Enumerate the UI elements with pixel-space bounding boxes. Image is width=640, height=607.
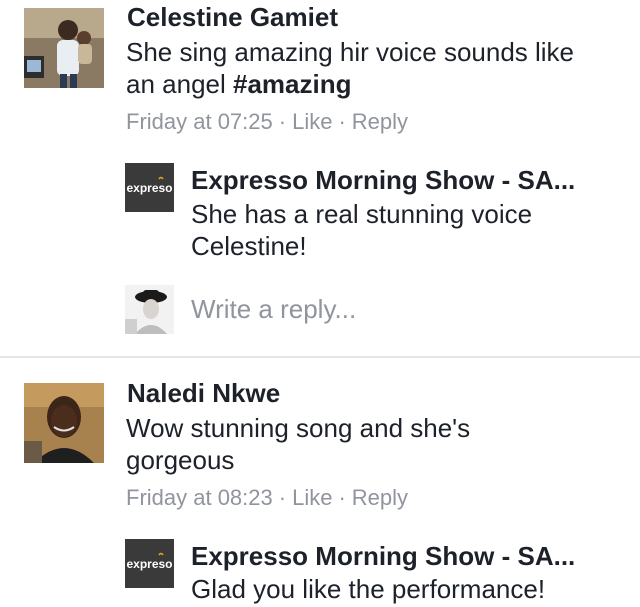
reply-author[interactable]: Expresso Morning Show - SA...	[191, 541, 575, 571]
reply-button[interactable]: Reply	[352, 485, 408, 510]
reply-text: Glad you like the performance!	[191, 574, 546, 604]
reply-text: She has a real stunning voice Celestine!	[191, 199, 533, 261]
separator: ·	[338, 109, 346, 134]
page-avatar[interactable]: expreso	[125, 539, 174, 588]
page-avatar[interactable]: expreso	[125, 163, 174, 212]
hashtag-link[interactable]: #amazing	[233, 69, 352, 99]
reply-author[interactable]: Expresso Morning Show - SA...	[191, 165, 575, 195]
like-button[interactable]: Like	[292, 485, 332, 510]
reply-button[interactable]: Reply	[352, 109, 408, 134]
comment-author[interactable]: Celestine Gamiet	[127, 2, 338, 32]
comment-timestamp[interactable]: Friday at 07:25	[126, 109, 273, 134]
comment-text: Wow stunning song and she's gorgeous	[126, 413, 471, 475]
separator: ·	[338, 485, 346, 510]
comment-text: She sing amazing hir voice sounds like a…	[126, 36, 606, 100]
separator: ·	[278, 109, 287, 134]
expresso-logo: expreso	[126, 557, 172, 571]
avatar[interactable]	[24, 383, 104, 463]
current-user-avatar	[125, 285, 174, 334]
like-button[interactable]: Like	[292, 109, 332, 134]
separator: ·	[278, 485, 287, 510]
comment-divider	[0, 356, 640, 358]
comment-timestamp[interactable]: Friday at 08:23	[126, 485, 273, 510]
avatar[interactable]	[24, 8, 104, 88]
comment-author[interactable]: Naledi Nkwe	[127, 378, 280, 408]
write-reply-input[interactable]: Write a reply...	[191, 294, 356, 324]
expresso-logo: expreso	[126, 181, 172, 195]
comment-meta: Friday at 08:23 · Like · Reply	[126, 485, 408, 511]
comment-meta: Friday at 07:25 · Like · Reply	[126, 109, 408, 135]
